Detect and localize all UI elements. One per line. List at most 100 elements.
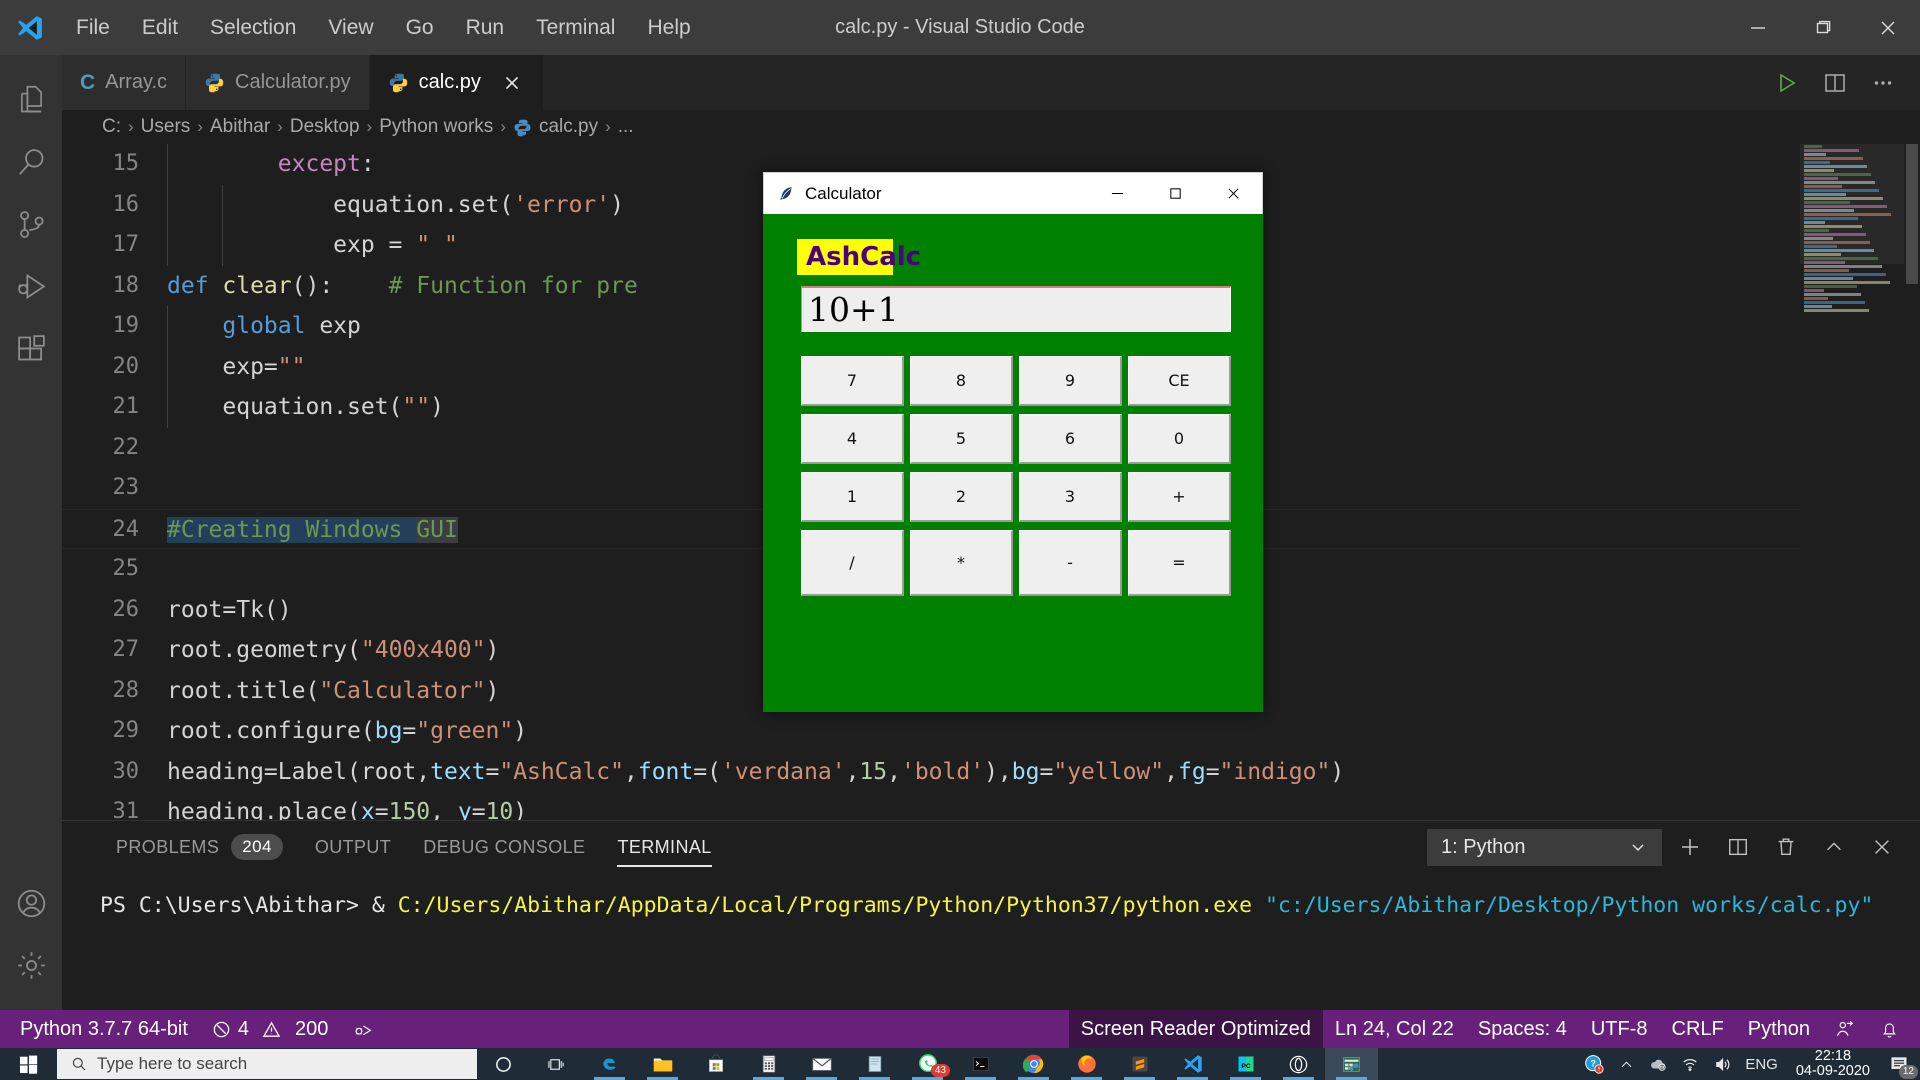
kill-terminal-button[interactable] [1766,827,1806,867]
encoding-status[interactable]: UTF-8 [1579,1010,1660,1048]
opera-icon[interactable] [1272,1048,1325,1080]
language-indicator[interactable]: ENG [1739,1048,1784,1080]
menu-item-edit[interactable]: Edit [126,0,194,55]
notifications-bell-icon[interactable] [1867,1010,1912,1048]
breadcrumb-item-2[interactable]: Abithar [210,116,270,138]
breadcrumb-item-6[interactable]: ... [618,116,634,138]
panel-tab-terminal[interactable]: TERMINAL [601,821,727,873]
breadcrumb-item-5[interactable]: calc.py [539,116,598,138]
run-python-file-button[interactable] [1766,62,1808,104]
calc-button-7[interactable]: 7 [801,356,904,406]
breadcrumb-item-3[interactable]: Desktop [290,116,360,138]
calculator-window[interactable]: Calculator AshCalc 10+1 7 8 9 CE 4 5 6 0 1 2 3 + / * -… [763,172,1263,712]
extensions-icon[interactable] [0,317,62,379]
panel-tab-debug-console[interactable]: DEBUG CONSOLE [407,821,601,873]
volume-icon[interactable] [1707,1048,1737,1080]
debug-status-icon[interactable] [340,1010,385,1048]
window-maximize-button[interactable] [1790,0,1855,55]
firefox-icon[interactable] [1060,1048,1113,1080]
close-panel-button[interactable] [1862,827,1902,867]
microsoft-store-icon[interactable] [689,1048,742,1080]
code-line[interactable]: 31 heading.place(x=150, y=10) [62,792,1800,820]
sublime-text-icon[interactable] [1113,1048,1166,1080]
menu-item-help[interactable]: Help [631,0,706,55]
wifi-icon[interactable] [1675,1048,1705,1080]
python-interpreter-status[interactable]: Python 3.7.7 64-bit [8,1010,200,1048]
split-terminal-button[interactable] [1718,827,1758,867]
cursor-position-status[interactable]: Ln 24, Col 22 [1323,1010,1466,1048]
feedback-status-icon[interactable] [1822,1010,1867,1048]
help-badge-icon[interactable]: ? [1579,1048,1609,1080]
edge-icon[interactable] [583,1048,636,1080]
menu-item-run[interactable]: Run [450,0,521,55]
panel-tab-output[interactable]: OUTPUT [299,821,407,873]
task-view-icon[interactable] [530,1048,583,1080]
code-line[interactable]: 30 heading=Label(root,text="AshCalc",font… [62,752,1800,793]
calc-button-equals[interactable]: = [1128,530,1231,596]
run-debug-icon[interactable] [0,255,62,317]
calc-button-6[interactable]: 6 [1019,414,1122,464]
file-explorer-icon[interactable] [636,1048,689,1080]
calc-button-1[interactable]: 1 [801,472,904,522]
calculator-close-button[interactable] [1204,173,1262,214]
menu-item-go[interactable]: Go [390,0,450,55]
panel-tab-problems[interactable]: PROBLEMS 204 [100,821,299,873]
calc-button-2[interactable]: 2 [910,472,1013,522]
menu-item-view[interactable]: View [312,0,389,55]
tab-array-c[interactable]: C Array.c [62,55,187,110]
source-control-icon[interactable] [0,193,62,255]
pycharm-icon[interactable]: PC [1219,1048,1272,1080]
notifications-icon[interactable]: 12 [1882,1048,1918,1080]
menu-item-terminal[interactable]: Terminal [520,0,631,55]
indentation-status[interactable]: Spaces: 4 [1466,1010,1579,1048]
vscode-icon[interactable] [1166,1048,1219,1080]
language-mode-status[interactable]: Python [1736,1010,1822,1048]
menu-item-file[interactable]: File [60,0,126,55]
taskbar-search-box[interactable]: Type here to search [57,1049,477,1079]
mail-icon[interactable] [795,1048,848,1080]
explorer-icon[interactable] [0,69,62,131]
code-line[interactable]: 29 root.configure(bg="green") [62,711,1800,752]
calc-button-8[interactable]: 8 [910,356,1013,406]
search-icon[interactable] [0,131,62,193]
calc-button-multiply[interactable]: * [910,530,1013,596]
terminal-select-dropdown[interactable]: 1: Python [1427,828,1662,866]
tab-calc-py[interactable]: calc.py [369,55,544,110]
calc-button-plus[interactable]: + [1128,472,1231,522]
calc-button-9[interactable]: 9 [1019,356,1122,406]
show-hidden-icons-icon[interactable] [1611,1048,1641,1080]
calc-button-0[interactable]: 0 [1128,414,1231,464]
new-terminal-button[interactable] [1670,827,1710,867]
editor-vertical-scrollbar[interactable] [1904,144,1920,820]
manage-gear-icon[interactable] [0,934,62,996]
close-icon[interactable] [499,70,525,96]
calculator-app-icon[interactable] [742,1048,795,1080]
errors-warnings-status[interactable]: 4 200 [200,1010,341,1048]
breadcrumb-item-0[interactable]: C: [102,116,121,138]
scrollbar-thumb[interactable] [1906,144,1918,284]
minimap[interactable] [1800,144,1904,820]
breadcrumb-item-4[interactable]: Python works [379,116,493,138]
chrome-icon[interactable] [1007,1048,1060,1080]
cortana-icon[interactable] [477,1048,530,1080]
eol-status[interactable]: CRLF [1660,1010,1736,1048]
calc-button-4[interactable]: 4 [801,414,904,464]
split-editor-right-button[interactable] [1814,62,1856,104]
calc-button-5[interactable]: 5 [910,414,1013,464]
window-minimize-button[interactable] [1725,0,1790,55]
more-actions-button[interactable] [1862,62,1904,104]
taskbar-clock[interactable]: 22:18 04-09-2020 [1786,1049,1880,1079]
tab-calculator-py[interactable]: Calculator.py [186,55,370,110]
maximize-panel-button[interactable] [1814,827,1854,867]
onedrive-icon[interactable] [1643,1048,1673,1080]
start-button-icon[interactable] [0,1048,57,1080]
calculator-minimize-button[interactable] [1088,173,1146,214]
calculator-maximize-button[interactable] [1146,173,1204,214]
calc-button-divide[interactable]: / [801,530,904,596]
sticky-notes-icon[interactable] [848,1048,901,1080]
accounts-icon[interactable] [0,872,62,934]
calc-button-ce[interactable]: CE [1128,356,1231,406]
window-close-button[interactable] [1855,0,1920,55]
menu-item-selection[interactable]: Selection [194,0,312,55]
command-prompt-icon[interactable] [954,1048,1007,1080]
